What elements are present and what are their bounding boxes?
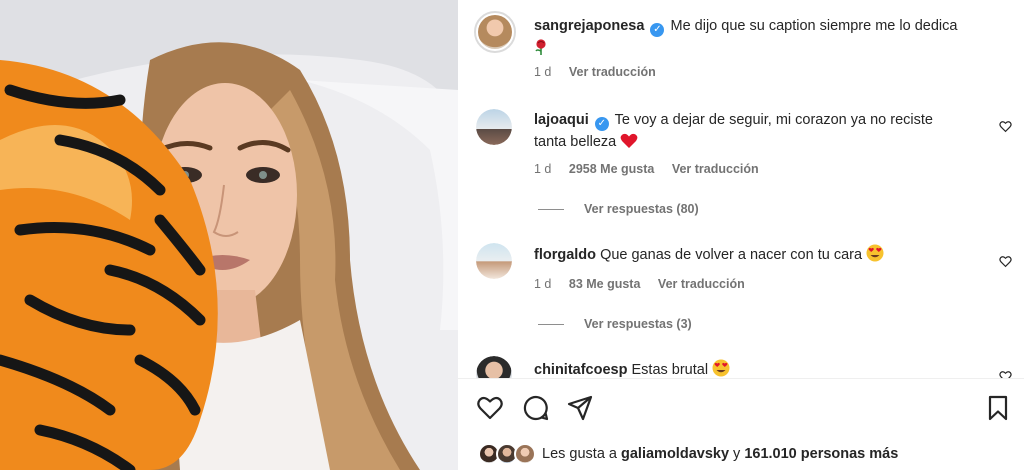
- comment-avatar-chinitafcoesp[interactable]: [476, 356, 512, 378]
- comment-avatar-lajoaqui[interactable]: [476, 109, 512, 145]
- likes-count[interactable]: 161.010 personas más: [744, 446, 898, 462]
- comment-2-likes[interactable]: 83 Me gusta: [569, 277, 641, 291]
- comment-2-like-heart-icon[interactable]: [999, 255, 1012, 268]
- comments-section[interactable]: sangrejaponesa ✓ Me dijo que su caption …: [458, 0, 1024, 378]
- action-bar: [458, 394, 1024, 426]
- share-icon[interactable]: [566, 394, 594, 422]
- comment-1-translate-link[interactable]: Ver traducción: [672, 162, 759, 176]
- comment-1-text-line1: Te voy a dejar de seguir, mi corazon ya …: [614, 112, 933, 128]
- comment-2-replies-label[interactable]: Ver respuestas (3): [584, 317, 692, 331]
- comment-icon[interactable]: [522, 394, 550, 422]
- comment-1-text-line2: tanta belleza: [534, 134, 617, 150]
- bookmark-icon[interactable]: [984, 394, 1012, 422]
- comment-1-meta: 1 d 2958 Me gusta Ver traducción: [534, 162, 773, 176]
- likes-text: Les gusta a galiamoldavsky y 161.010 per…: [542, 446, 898, 462]
- comment-2-text: Que ganas de volver a nacer con tu cara: [600, 247, 863, 263]
- caption-meta: 1 d Ver traducción: [534, 65, 670, 79]
- likes-joiner: y: [733, 446, 741, 462]
- caption-text: Me dijo que su caption siempre me lo ded…: [670, 18, 958, 34]
- comment-1-username[interactable]: lajoaqui: [534, 112, 589, 128]
- verified-badge-icon: ✓: [650, 23, 665, 37]
- likes-summary: Les gusta a galiamoldavsky y 161.010 per…: [478, 440, 1018, 470]
- divider: [458, 378, 1024, 379]
- author-avatar[interactable]: [474, 11, 516, 53]
- caption: sangrejaponesa ✓ Me dijo que su caption …: [534, 15, 984, 62]
- heart-eyes-emoji-icon: [712, 359, 730, 378]
- comment-1-likes[interactable]: 2958 Me gusta: [569, 162, 654, 176]
- comment-1: lajoaqui ✓ Te voy a dejar de seguir, mi …: [534, 109, 974, 156]
- caption-translate-link[interactable]: Ver traducción: [569, 65, 656, 79]
- heart-icon[interactable]: [476, 394, 504, 422]
- comment-3-username[interactable]: chinitafcoesp: [534, 362, 627, 378]
- verified-badge-icon: ✓: [594, 117, 609, 131]
- likes-prefix: Les gusta a: [542, 446, 617, 462]
- comment-2-translate-link[interactable]: Ver traducción: [658, 277, 745, 291]
- likes-username[interactable]: galiamoldavsky: [621, 446, 729, 462]
- comment-3-text: Estas brutal: [631, 362, 709, 378]
- comment-1-view-replies[interactable]: Ver respuestas (80): [538, 202, 699, 216]
- comment-2-view-replies[interactable]: Ver respuestas (3): [538, 317, 692, 331]
- comment-2: florgaldo Que ganas de volver a nacer co…: [534, 244, 974, 269]
- comment-1-replies-label[interactable]: Ver respuestas (80): [584, 202, 699, 216]
- photo-illustration: [0, 0, 458, 470]
- post-side-panel: sangrejaponesa ✓ Me dijo que su caption …: [458, 0, 1024, 470]
- red-heart-emoji-icon: [620, 133, 638, 156]
- replies-line: [538, 209, 564, 211]
- author-username[interactable]: sangrejaponesa: [534, 18, 644, 34]
- comment-3: chinitafcoesp Estas brutal: [534, 359, 974, 378]
- liker-avatar[interactable]: [514, 443, 536, 465]
- comment-1-age: 1 d: [534, 162, 552, 176]
- rose-emoji-icon: [534, 39, 548, 62]
- comment-3-like-heart-icon[interactable]: [999, 370, 1012, 378]
- comment-avatar-florgaldo[interactable]: [476, 243, 512, 279]
- heart-eyes-emoji-icon: [866, 244, 884, 269]
- replies-line: [538, 324, 564, 326]
- comment-2-username[interactable]: florgaldo: [534, 247, 596, 263]
- comment-2-meta: 1 d 83 Me gusta Ver traducción: [534, 277, 759, 291]
- post-photo: [0, 0, 458, 470]
- comment-1-like-heart-icon[interactable]: [999, 120, 1012, 133]
- comment-2-age: 1 d: [534, 277, 552, 291]
- caption-age: 1 d: [534, 65, 552, 79]
